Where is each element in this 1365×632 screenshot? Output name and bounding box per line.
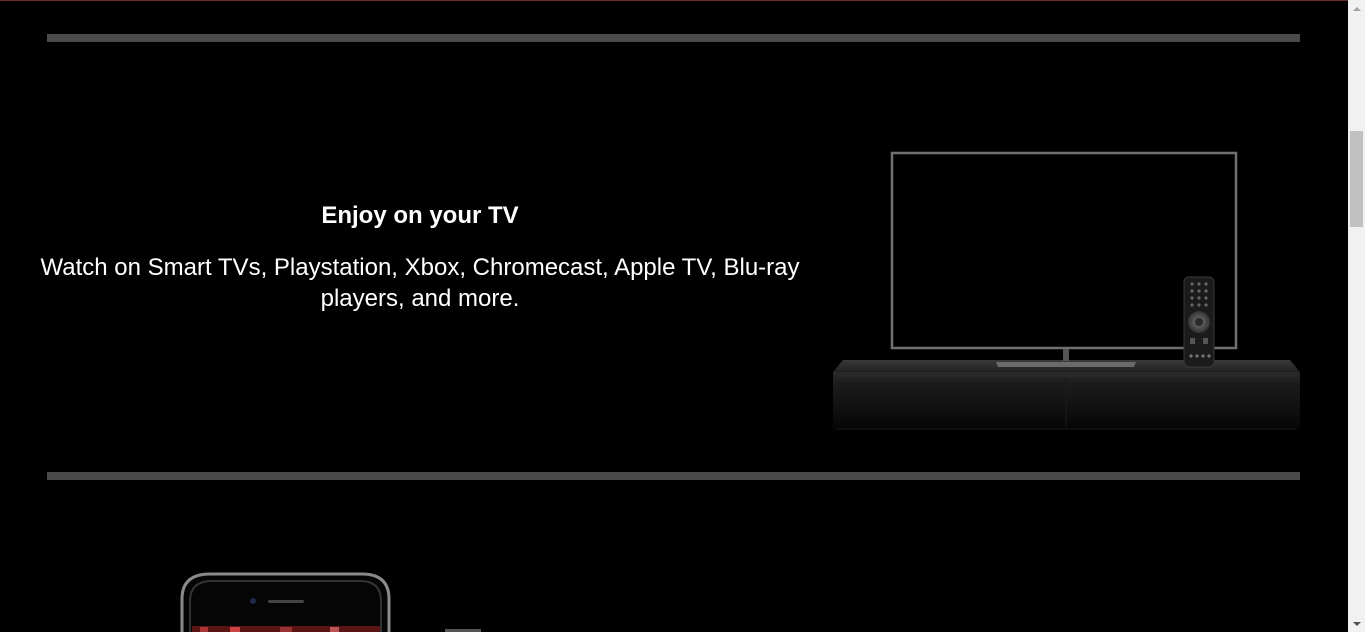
- section-divider-bottom: [47, 472, 1300, 480]
- top-border: [0, 0, 1348, 1]
- tv-icon: [833, 151, 1300, 430]
- tv-section-title: Enjoy on your TV: [321, 202, 519, 229]
- remote-icon: [1183, 276, 1215, 368]
- tv-section-description: Watch on Smart TVs, Playstation, Xbox, C…: [40, 254, 800, 312]
- phone-icon: [180, 572, 481, 632]
- vertical-scrollbar[interactable]: [1348, 0, 1365, 632]
- scroll-down-arrow-icon[interactable]: [1348, 615, 1365, 632]
- page: Enjoy on your TV Watch on Smart TVs, Pla…: [0, 0, 1348, 632]
- tv-section-text: Enjoy on your TV Watch on Smart TVs, Pla…: [40, 200, 800, 314]
- scroll-up-arrow-icon[interactable]: [1348, 0, 1365, 17]
- scrollbar-thumb[interactable]: [1350, 131, 1363, 227]
- section-divider-top: [47, 34, 1300, 42]
